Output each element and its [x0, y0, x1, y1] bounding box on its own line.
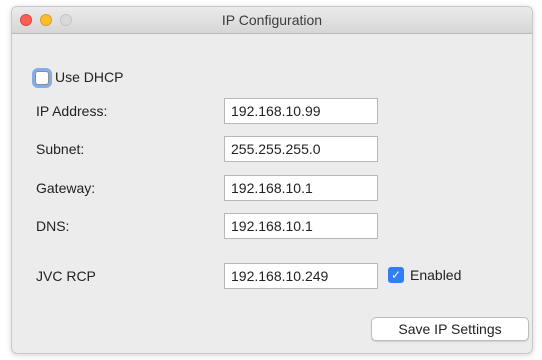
rcp-enabled-checkbox[interactable]: ✓ — [388, 267, 404, 283]
subnet-label: Subnet: — [36, 141, 85, 157]
subnet-field[interactable] — [224, 136, 378, 162]
use-dhcp-checkbox[interactable] — [35, 71, 49, 85]
ip-address-field[interactable] — [224, 98, 378, 124]
dns-label: DNS: — [36, 218, 70, 234]
ip-configuration-window: IP Configuration Use DHCP IP Address: Su… — [11, 6, 533, 354]
jvc-rcp-label: JVC RCP — [36, 268, 96, 284]
use-dhcp-label[interactable]: Use DHCP — [55, 69, 123, 85]
title-bar: IP Configuration — [12, 7, 532, 34]
checkmark-icon: ✓ — [390, 268, 402, 282]
jvc-rcp-field[interactable] — [224, 263, 378, 289]
rcp-enabled-label[interactable]: Enabled — [410, 267, 461, 283]
dialog-content: Use DHCP IP Address: Subnet: Gateway: DN… — [12, 34, 532, 353]
ip-address-label: IP Address: — [36, 103, 108, 119]
dns-field[interactable] — [224, 213, 378, 239]
save-ip-settings-button[interactable]: Save IP Settings — [371, 317, 529, 341]
gateway-label: Gateway: — [36, 180, 96, 196]
window-title: IP Configuration — [221, 12, 323, 28]
gateway-field[interactable] — [224, 175, 378, 201]
